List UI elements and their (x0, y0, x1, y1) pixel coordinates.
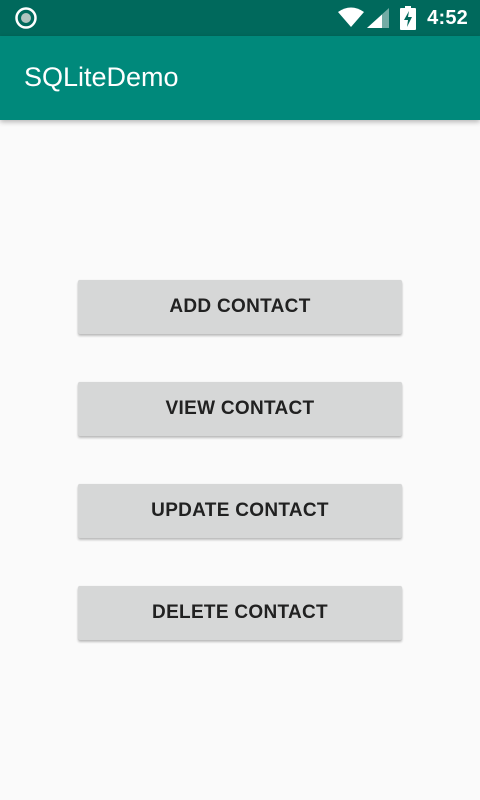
cell-signal-icon (367, 8, 389, 28)
wifi-icon (338, 7, 364, 27)
notification-circle-icon (15, 7, 37, 29)
app-bar: SQLiteDemo (0, 36, 480, 120)
view-contact-button[interactable]: VIEW CONTACT (78, 382, 402, 436)
main-content: ADD CONTACT VIEW CONTACT UPDATE CONTACT … (0, 120, 480, 800)
status-bar: 4:52 (0, 0, 480, 36)
battery-charging-icon (400, 6, 416, 30)
update-contact-button[interactable]: UPDATE CONTACT (78, 484, 402, 538)
status-clock: 4:52 (427, 7, 468, 29)
app-title: SQLiteDemo (24, 62, 179, 92)
add-contact-button[interactable]: ADD CONTACT (78, 280, 402, 334)
delete-contact-button[interactable]: DELETE CONTACT (78, 586, 402, 640)
